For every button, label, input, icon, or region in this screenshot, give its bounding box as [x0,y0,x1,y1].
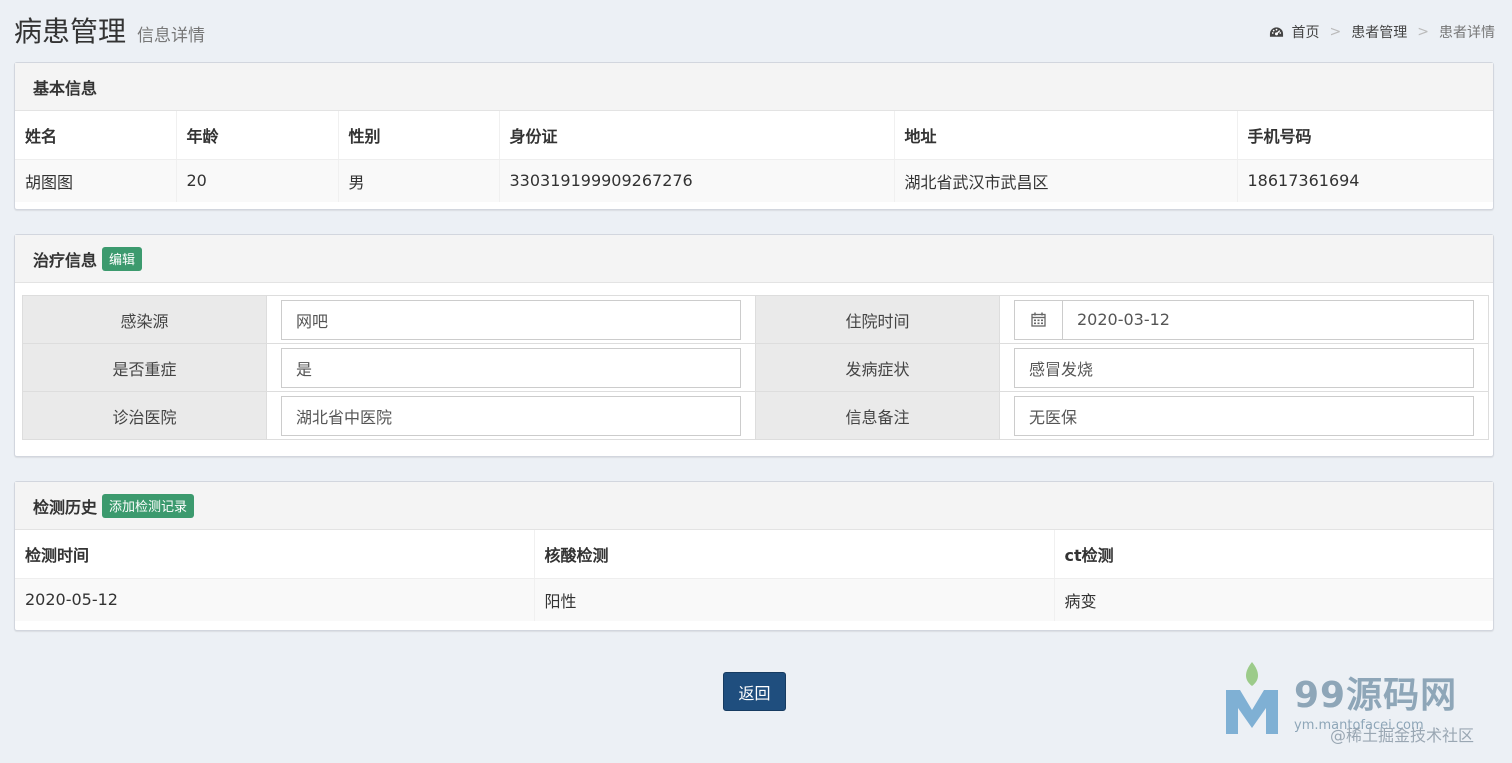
basic-info-box: 基本信息 姓名 年龄 性别 身份证 地址 手机号码 胡图图 20 男 33031… [14,62,1494,210]
test-history-box: 检测历史 添加检测记录 检测时间 核酸检测 ct检测 2020-05-12 阳性… [14,481,1494,631]
column-header-ct: ct检测 [1054,530,1493,579]
dashboard-icon [1269,26,1283,37]
basic-info-header: 基本信息 [15,63,1493,111]
treatment-form: 感染源 网吧 住院时间 2020-03-12 是否重症 是 发病症状 感冒发烧 … [22,295,1489,440]
breadcrumb-separator: > [1417,24,1429,40]
table-header-row: 检测时间 核酸检测 ct检测 [15,530,1493,579]
symptoms-cell: 感冒发烧 [999,343,1489,392]
column-header-id-card: 身份证 [499,111,895,160]
form-row: 感染源 网吧 住院时间 2020-03-12 [22,295,1489,344]
cell-address: 湖北省武汉市武昌区 [894,159,1238,202]
form-row: 是否重症 是 发病症状 感冒发烧 [22,343,1489,392]
hospital-cell: 湖北省中医院 [266,391,756,440]
treatment-info-title: 治疗信息 [33,250,98,270]
page-subtitle: 信息详情 [137,26,205,46]
watermark-logo-icon [1226,662,1278,734]
cell-test-time: 2020-05-12 [15,578,535,621]
notes-field[interactable]: 无医保 [1014,395,1474,436]
admission-date-field[interactable]: 2020-03-12 [1014,299,1474,340]
edit-button[interactable]: 编辑 [102,246,143,271]
column-header-phone: 手机号码 [1237,111,1493,160]
page-header: 病患管理 信息详情 首页 > 患者管理 > 患者详情 [0,0,1512,62]
infection-source-field[interactable]: 网吧 [281,299,741,340]
breadcrumb-home[interactable]: 首页 [1292,22,1320,42]
hospital-field[interactable]: 湖北省中医院 [281,395,741,436]
column-header-age: 年龄 [176,111,339,160]
breadcrumb: 首页 > 患者管理 > 患者详情 [1269,22,1495,42]
page-title: 病患管理 [14,15,127,48]
treatment-info-header: 治疗信息 编辑 [15,235,1493,283]
severe-case-cell: 是 [266,343,756,392]
watermark-credit: @稀土掘金技术社区 [1330,726,1475,745]
cell-nucleic-acid: 阳性 [534,578,1055,621]
test-history-header: 检测历史 添加检测记录 [15,482,1493,530]
basic-info-title: 基本信息 [33,78,98,98]
severe-case-field[interactable]: 是 [281,347,741,388]
severe-case-label: 是否重症 [22,343,267,392]
cell-ct: 病变 [1054,578,1493,621]
table-row: 胡图图 20 男 330319199909267276 湖北省武汉市武昌区 18… [15,159,1493,202]
column-header-test-time: 检测时间 [15,530,535,579]
infection-source-label: 感染源 [22,295,267,344]
column-header-address: 地址 [894,111,1238,160]
table-row: 2020-05-12 阳性 病变 [15,578,1493,621]
watermark-brand: 99源码网 [1294,675,1458,716]
test-history-table: 检测时间 核酸检测 ct检测 2020-05-12 阳性 病变 [15,530,1493,621]
notes-label: 信息备注 [755,391,1000,440]
symptoms-label: 发病症状 [755,343,1000,392]
add-test-record-button[interactable]: 添加检测记录 [102,493,195,518]
notes-cell: 无医保 [999,391,1489,440]
treatment-info-box: 治疗信息 编辑 感染源 网吧 住院时间 2020-03-12 是否重症 是 发病… [14,234,1494,457]
cell-age: 20 [176,159,339,202]
admission-date-cell: 2020-03-12 [999,295,1489,344]
admission-date-label: 住院时间 [755,295,1000,344]
cell-id-card: 330319199909267276 [499,159,895,202]
cell-phone: 18617361694 [1237,159,1493,202]
column-header-nucleic-acid: 核酸检测 [534,530,1055,579]
table-header-row: 姓名 年龄 性别 身份证 地址 手机号码 [15,111,1493,160]
infection-source-cell: 网吧 [266,295,756,344]
admission-date-value: 2020-03-12 [1077,310,1170,329]
breadcrumb-separator: > [1329,24,1342,40]
test-history-title: 检测历史 [33,497,98,517]
cell-name: 胡图图 [15,159,177,202]
column-header-gender: 性别 [338,111,500,160]
breadcrumb-patient-management[interactable]: 患者管理 [1351,22,1407,42]
symptoms-field[interactable]: 感冒发烧 [1014,347,1474,388]
watermark: 99源码网 ym.mantofacei.com @稀土掘金技术社区 [1222,660,1502,750]
basic-info-table: 姓名 年龄 性别 身份证 地址 手机号码 胡图图 20 男 3303191999… [15,111,1493,202]
back-button[interactable]: 返回 [723,672,786,711]
calendar-icon[interactable] [1015,300,1063,339]
form-row: 诊治医院 湖北省中医院 信息备注 无医保 [22,391,1489,440]
column-header-name: 姓名 [15,111,177,160]
hospital-label: 诊治医院 [22,391,267,440]
cell-gender: 男 [338,159,500,202]
breadcrumb-patient-detail: 患者详情 [1439,25,1495,41]
